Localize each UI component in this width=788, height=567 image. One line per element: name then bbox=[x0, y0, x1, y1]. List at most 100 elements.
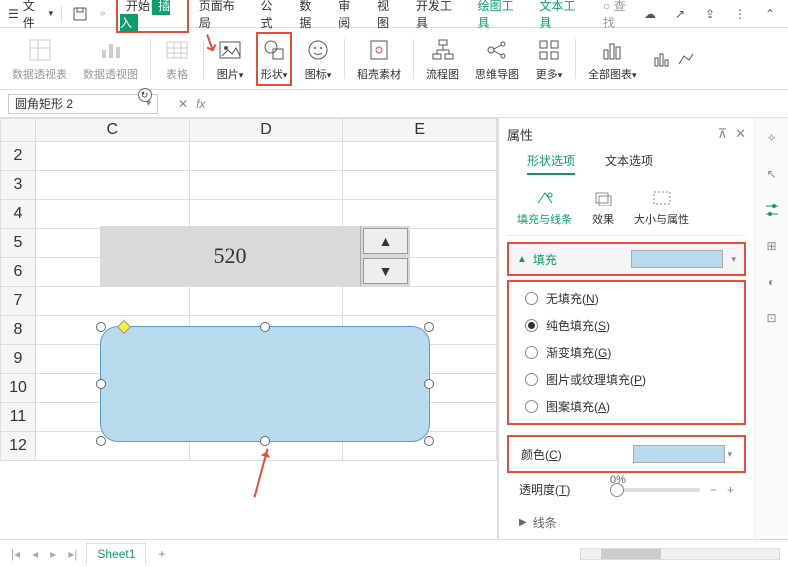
scrollbar-thumb[interactable] bbox=[601, 549, 661, 559]
resize-handle-br[interactable] bbox=[424, 436, 434, 446]
resize-handle-ml[interactable] bbox=[96, 379, 106, 389]
column-header[interactable]: C bbox=[36, 118, 190, 142]
expand-icon[interactable]: ⌃ bbox=[760, 4, 780, 24]
save-icon[interactable] bbox=[70, 4, 89, 24]
cell[interactable] bbox=[343, 171, 497, 200]
column-header[interactable]: D bbox=[190, 118, 344, 142]
sidebar-select-icon[interactable]: ↖ bbox=[762, 164, 782, 184]
file-menu[interactable]: ☰ 文件 ▾ bbox=[8, 0, 53, 31]
ribbon-mindmap[interactable]: 思维导图 bbox=[471, 36, 523, 82]
name-box[interactable]: 圆角矩形 2 ▾ bbox=[8, 94, 158, 114]
spinner-up-button[interactable]: ▲ bbox=[363, 228, 408, 254]
menu-tab-data[interactable]: 数据 bbox=[293, 0, 328, 33]
sidebar-properties-icon[interactable] bbox=[762, 200, 782, 220]
close-icon[interactable]: ✕ bbox=[735, 126, 746, 142]
row-header[interactable]: 12 bbox=[0, 432, 36, 461]
rounded-rectangle-shape[interactable] bbox=[100, 326, 430, 442]
menu-tab-page-layout[interactable]: 页面布局 bbox=[193, 0, 251, 33]
sidebar-design-icon[interactable]: ✧ bbox=[762, 128, 782, 148]
spinner-down-button[interactable]: ▼ bbox=[363, 258, 408, 284]
row-header[interactable]: 8 bbox=[0, 316, 36, 345]
row-header[interactable]: 2 bbox=[0, 142, 36, 171]
ribbon-pivot-chart[interactable]: 数据透视图 bbox=[79, 36, 142, 82]
ribbon-more[interactable]: 更多▾ bbox=[531, 36, 567, 82]
sheet-nav-last[interactable]: ▸| bbox=[65, 547, 80, 561]
cell[interactable] bbox=[190, 142, 344, 171]
color-dropdown[interactable] bbox=[633, 445, 725, 463]
cell[interactable] bbox=[36, 142, 190, 171]
resize-handle-tm[interactable] bbox=[260, 322, 270, 332]
column-chart-icon[interactable] bbox=[653, 50, 671, 68]
opacity-increment[interactable]: + bbox=[727, 483, 734, 497]
row-header[interactable]: 4 bbox=[0, 200, 36, 229]
radio-no-fill[interactable]: 无填充(N) bbox=[525, 290, 728, 307]
pin-icon[interactable]: ⊼ bbox=[718, 126, 728, 142]
chevron-down-icon[interactable]: ▾ bbox=[727, 449, 732, 460]
column-header[interactable]: E bbox=[343, 118, 497, 142]
ribbon-shapes[interactable]: 形状▾ bbox=[256, 32, 292, 86]
share-icon[interactable]: ↗ bbox=[670, 4, 690, 24]
menu-tab-text-tools[interactable]: 文本工具 bbox=[533, 0, 591, 33]
cell[interactable] bbox=[343, 287, 497, 316]
row-header[interactable]: 6 bbox=[0, 258, 36, 287]
fx-label[interactable]: fx bbox=[196, 97, 205, 111]
ribbon-picture[interactable]: 图片▾ bbox=[212, 36, 248, 82]
ribbon-flowchart[interactable]: 流程图 bbox=[422, 36, 463, 82]
radio-gradient-fill[interactable]: 渐变填充(G) bbox=[525, 344, 728, 361]
radio-pattern-fill[interactable]: 图案填充(A) bbox=[525, 398, 728, 415]
row-header[interactable]: 5 bbox=[0, 229, 36, 258]
sheet-nav-prev[interactable]: ◂ bbox=[29, 547, 41, 561]
sheet-tab[interactable]: Sheet1 bbox=[86, 543, 146, 564]
tab-shape-options[interactable]: 形状选项 bbox=[527, 152, 575, 175]
export-icon[interactable]: ⇪ bbox=[700, 4, 720, 24]
resize-handle-tr[interactable] bbox=[424, 322, 434, 332]
row-header[interactable]: 10 bbox=[0, 374, 36, 403]
resize-handle-bm[interactable] bbox=[260, 436, 270, 446]
select-all-corner[interactable] bbox=[0, 118, 36, 142]
subtab-effects[interactable]: 效果 bbox=[592, 189, 614, 227]
ribbon-table[interactable]: 表格 bbox=[159, 36, 195, 82]
spreadsheet-grid[interactable]: C D E 2 3 4 5 6 7 8 9 10 11 12 520 ▲ ▼ ↻ bbox=[0, 118, 498, 542]
subtab-size-props[interactable]: 大小与属性 bbox=[634, 189, 689, 227]
fill-section-header[interactable]: ▲ 填充 ▾ bbox=[507, 242, 746, 276]
menu-tab-review[interactable]: 审阅 bbox=[332, 0, 367, 33]
sheet-nav-next[interactable]: ▸ bbox=[47, 547, 59, 561]
slider-thumb[interactable] bbox=[610, 483, 624, 497]
resize-handle-mr[interactable] bbox=[424, 379, 434, 389]
cloud-icon[interactable]: ☁ bbox=[640, 4, 660, 24]
row-header[interactable]: 11 bbox=[0, 403, 36, 432]
sidebar-backup-icon[interactable]: ◐ bbox=[762, 272, 782, 292]
spinner-control[interactable]: 520 ▲ ▼ bbox=[100, 226, 410, 286]
subtab-fill-line[interactable]: 填充与线条 bbox=[517, 189, 572, 227]
menu-tab-formula[interactable]: 公式 bbox=[255, 0, 290, 33]
sidebar-help-icon[interactable]: ⊡ bbox=[762, 308, 782, 328]
search-box[interactable]: ○ 查找 bbox=[603, 0, 636, 31]
line-section-header[interactable]: ▶ 线条 bbox=[507, 506, 746, 539]
menu-tab-view[interactable]: 视图 bbox=[371, 0, 406, 33]
resize-handle-bl[interactable] bbox=[96, 436, 106, 446]
opacity-slider[interactable]: 0% bbox=[610, 488, 700, 492]
sidebar-analysis-icon[interactable]: ⊞ bbox=[762, 236, 782, 256]
chevron-down-icon[interactable]: ▾ bbox=[731, 254, 736, 265]
resize-handle-tl[interactable] bbox=[96, 322, 106, 332]
add-sheet-button[interactable]: + bbox=[152, 547, 171, 561]
opacity-decrement[interactable]: − bbox=[710, 483, 717, 497]
ribbon-icons[interactable]: 图标▾ bbox=[300, 36, 336, 82]
line-chart-icon[interactable] bbox=[677, 50, 695, 68]
tab-text-options[interactable]: 文本选项 bbox=[605, 152, 653, 175]
fill-color-preview[interactable] bbox=[631, 250, 723, 268]
row-header[interactable]: 3 bbox=[0, 171, 36, 200]
cell[interactable] bbox=[36, 287, 190, 316]
row-header[interactable]: 7 bbox=[0, 287, 36, 316]
cell[interactable] bbox=[343, 142, 497, 171]
radio-solid-fill[interactable]: 纯色填充(S) bbox=[525, 317, 728, 334]
cell[interactable] bbox=[190, 171, 344, 200]
cell[interactable] bbox=[343, 200, 497, 229]
cell[interactable] bbox=[190, 287, 344, 316]
row-header[interactable]: 9 bbox=[0, 345, 36, 374]
ribbon-docer[interactable]: 稻壳素材 bbox=[353, 36, 405, 82]
more-icon[interactable]: ⋮ bbox=[730, 4, 750, 24]
ribbon-all-charts[interactable]: 全部图表▾ bbox=[584, 36, 641, 82]
menu-tab-start[interactable]: 开始 bbox=[120, 0, 152, 15]
rotate-handle[interactable]: ↻ bbox=[138, 88, 152, 102]
